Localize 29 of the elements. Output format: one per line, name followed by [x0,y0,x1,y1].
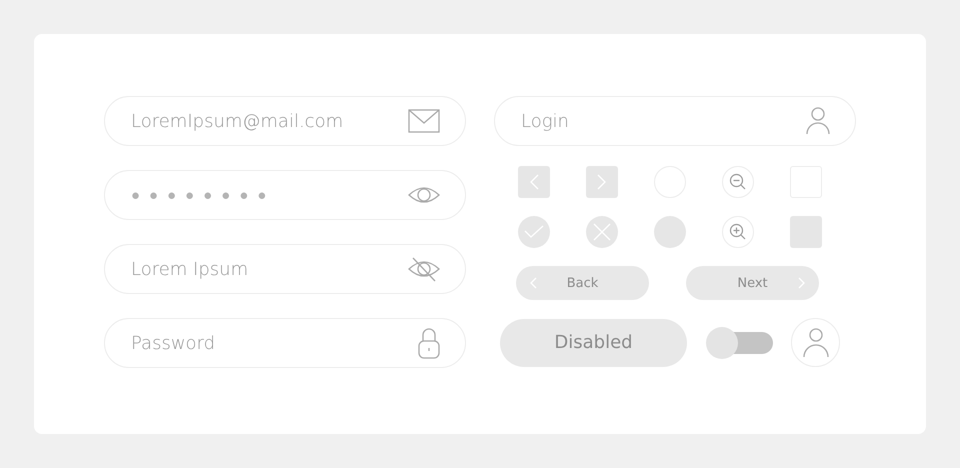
eye-slash-icon [408,256,440,282]
zoom-out-icon [729,173,747,191]
masked-field[interactable]: ●●●●●●●● [104,170,466,220]
previous-button[interactable] [518,166,550,198]
checkbox[interactable] [790,216,822,248]
next-button[interactable]: Next [686,266,819,300]
radio-button[interactable] [654,216,686,248]
check-icon [524,225,544,239]
email-field[interactable]: LoremIpsum@mail.com [104,96,466,146]
user-icon [806,107,830,135]
mail-icon [408,109,440,133]
password-field[interactable]: Password [104,318,466,368]
zoom-in-button[interactable] [722,216,754,248]
check-button[interactable] [518,216,550,248]
close-button[interactable] [586,216,618,248]
back-button[interactable]: Back [516,266,649,300]
toggle-switch[interactable] [706,326,773,358]
next-arrow-button[interactable] [586,166,618,198]
text-field[interactable]: Lorem Ipsum [104,244,466,294]
eye-icon [408,185,440,205]
chevron-left-icon [529,174,539,190]
zoom-in-icon [729,223,747,241]
padlock-icon [418,327,440,359]
close-icon [593,223,611,241]
avatar-button[interactable] [791,318,840,367]
login-field[interactable]: Login [494,96,856,146]
chevron-right-icon [597,174,607,190]
user-icon [802,328,828,358]
zoom-out-button[interactable] [722,166,754,198]
